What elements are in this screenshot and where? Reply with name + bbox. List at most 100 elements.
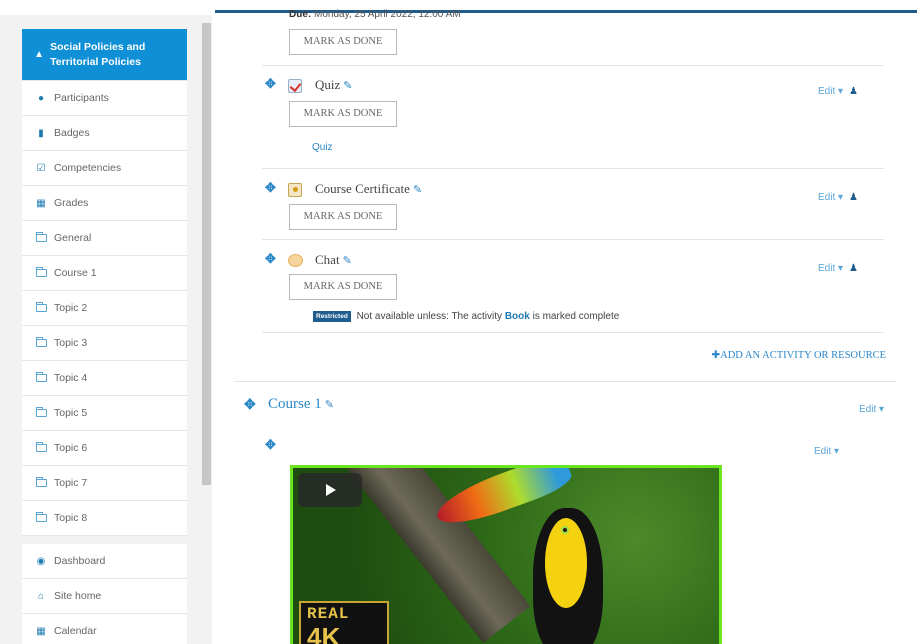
edit-label[interactable]: Edit bbox=[859, 404, 876, 415]
mark-as-done-button[interactable]: MARK AS DONE bbox=[289, 29, 397, 55]
sidebar-item-participants[interactable]: ● Participants bbox=[22, 81, 187, 116]
sidebar-item-dashboard[interactable]: ◉ Dashboard bbox=[22, 544, 187, 579]
activity-divider bbox=[262, 332, 884, 333]
move-icon[interactable]: ✥ bbox=[265, 180, 276, 196]
restricted-badge: Restricted bbox=[313, 311, 351, 322]
calendar-icon: ▦ bbox=[36, 625, 46, 637]
course-nav-list: ▲ Social Policies and Territorial Polici… bbox=[22, 29, 187, 644]
mark-as-done-button[interactable]: MARK AS DONE bbox=[289, 274, 397, 300]
edit-menu[interactable]: Edit ▾ ♟ bbox=[818, 86, 858, 97]
mark-as-done-button[interactable]: MARK AS DONE bbox=[289, 101, 397, 127]
sidebar-item-label: Topic 6 bbox=[54, 442, 88, 454]
folder-icon bbox=[35, 371, 47, 382]
sidebar-item-topic-4[interactable]: Topic 4 bbox=[22, 361, 187, 396]
edit-label[interactable]: Edit bbox=[818, 263, 835, 274]
move-icon[interactable]: ✥ bbox=[265, 437, 276, 453]
due-date: Due: Monday, 25 April 2022, 12:00 AM bbox=[289, 9, 461, 20]
restriction-text: Not available unless: The activity bbox=[356, 311, 503, 322]
folder-icon bbox=[35, 476, 47, 487]
edit-label[interactable]: Edit bbox=[818, 192, 835, 203]
video-edit-menu[interactable]: Edit ▾ bbox=[814, 446, 839, 457]
sidebar-item-label: Topic 3 bbox=[54, 337, 88, 349]
edit-label[interactable]: Edit bbox=[818, 86, 835, 97]
video-player[interactable]: REAL 4K bbox=[290, 465, 722, 644]
section-divider bbox=[234, 381, 896, 382]
sidebar-item-label: Dashboard bbox=[54, 555, 106, 567]
move-icon[interactable]: ✥ bbox=[265, 76, 276, 92]
activity-name[interactable]: Chat bbox=[315, 252, 340, 267]
course-navigation-sidebar: ▲ Social Policies and Territorial Polici… bbox=[0, 15, 212, 644]
edit-label[interactable]: Edit bbox=[814, 446, 831, 457]
checkbox-icon: ☑ bbox=[36, 162, 46, 174]
due-label: Due: bbox=[289, 9, 312, 20]
home-icon: ⌂ bbox=[37, 590, 45, 602]
pencil-icon[interactable]: ✎ bbox=[343, 255, 352, 267]
dashboard-icon: ◉ bbox=[36, 555, 46, 567]
course-content: Due: Monday, 25 April 2022, 12:00 AM MAR… bbox=[222, 9, 917, 644]
edit-menu[interactable]: Edit ▾ ♟ bbox=[818, 192, 858, 203]
sidebar-item-topic-3[interactable]: Topic 3 bbox=[22, 326, 187, 361]
play-icon[interactable] bbox=[298, 473, 362, 507]
sidebar-item-label: Topic 4 bbox=[54, 372, 88, 384]
sidebar-item-general[interactable]: General bbox=[22, 221, 187, 256]
user-icon[interactable]: ♟ bbox=[849, 192, 858, 203]
sidebar-item-label: Grades bbox=[54, 197, 89, 209]
sidebar-item-calendar[interactable]: ▦ Calendar bbox=[22, 614, 187, 644]
folder-icon bbox=[35, 336, 47, 347]
sidebar-item-badges[interactable]: ▮ Badges bbox=[22, 116, 187, 151]
pencil-icon[interactable]: ✎ bbox=[413, 184, 422, 196]
mortarboard-icon: ▲ bbox=[34, 49, 45, 60]
section-name[interactable]: Course 1 bbox=[268, 396, 322, 412]
mark-as-done-button[interactable]: MARK AS DONE bbox=[289, 204, 397, 230]
section-title[interactable]: Course 1 ✎ bbox=[268, 396, 334, 413]
sidebar-item-label: Participants bbox=[54, 92, 109, 104]
activity-name[interactable]: Course Certificate bbox=[315, 181, 410, 196]
quiz-link[interactable]: Quiz bbox=[312, 142, 333, 153]
sidebar-item-label: Course 1 bbox=[54, 267, 97, 279]
edit-menu[interactable]: Edit ▾ ♟ bbox=[818, 263, 858, 274]
due-value: Monday, 25 April 2022, 12:00 AM bbox=[314, 9, 461, 20]
sidebar-scrollbar[interactable] bbox=[202, 23, 211, 485]
section-edit-menu[interactable]: Edit ▾ bbox=[859, 404, 884, 415]
move-icon[interactable]: ✥ bbox=[265, 251, 276, 267]
sidebar-item-site-home[interactable]: ⌂ Site home bbox=[22, 579, 187, 614]
sidebar-item-topic-6[interactable]: Topic 6 bbox=[22, 431, 187, 466]
restriction-notice: Restricted Not available unless: The act… bbox=[313, 311, 619, 322]
restriction-text-end: is marked complete bbox=[532, 311, 620, 322]
sidebar-item-label: Calendar bbox=[54, 625, 97, 637]
sidebar-item-label: Badges bbox=[54, 127, 90, 139]
table-icon: ▦ bbox=[36, 197, 46, 209]
quiz-icon bbox=[288, 79, 302, 93]
activity-name[interactable]: Quiz bbox=[315, 77, 340, 92]
sidebar-item-topic-8[interactable]: Topic 8 bbox=[22, 501, 187, 536]
user-icon[interactable]: ♟ bbox=[849, 263, 858, 274]
sidebar-item-label: General bbox=[54, 232, 92, 244]
sidebar-divider bbox=[22, 536, 187, 544]
activity-divider bbox=[262, 168, 884, 169]
activity-course-certificate[interactable]: Course Certificate ✎ bbox=[315, 181, 422, 197]
sidebar-item-course-1[interactable]: Course 1 bbox=[22, 256, 187, 291]
add-activity-label[interactable]: ADD AN ACTIVITY OR RESOURCE bbox=[720, 350, 886, 361]
sidebar-item-topic-5[interactable]: Topic 5 bbox=[22, 396, 187, 431]
video-frame-eye bbox=[561, 526, 569, 534]
add-activity-button[interactable]: ✚ADD AN ACTIVITY OR RESOURCE bbox=[711, 349, 886, 361]
activity-divider bbox=[262, 239, 884, 240]
sidebar-item-label: Competencies bbox=[54, 162, 122, 174]
sidebar-item-course-home[interactable]: ▲ Social Policies and Territorial Polici… bbox=[22, 29, 187, 81]
book-link[interactable]: Book bbox=[505, 311, 530, 322]
sidebar-item-topic-2[interactable]: Topic 2 bbox=[22, 291, 187, 326]
pencil-icon[interactable]: ✎ bbox=[325, 399, 334, 411]
user-icon[interactable]: ♟ bbox=[849, 86, 858, 97]
sidebar-item-label: Topic 8 bbox=[54, 512, 88, 524]
move-icon[interactable]: ✥ bbox=[244, 396, 256, 413]
sidebar-item-label: Social Policies and Territorial Policies bbox=[50, 40, 146, 68]
folder-icon bbox=[35, 301, 47, 312]
sidebar-item-label: Topic 7 bbox=[54, 477, 88, 489]
pencil-icon[interactable]: ✎ bbox=[343, 80, 352, 92]
activity-quiz[interactable]: Quiz ✎ bbox=[315, 77, 353, 93]
sidebar-item-competencies[interactable]: ☑ Competencies bbox=[22, 151, 187, 186]
sidebar-item-grades[interactable]: ▦ Grades bbox=[22, 186, 187, 221]
activity-chat[interactable]: Chat ✎ bbox=[315, 252, 352, 268]
sidebar-item-topic-7[interactable]: Topic 7 bbox=[22, 466, 187, 501]
badge-icon: ▮ bbox=[38, 127, 44, 139]
